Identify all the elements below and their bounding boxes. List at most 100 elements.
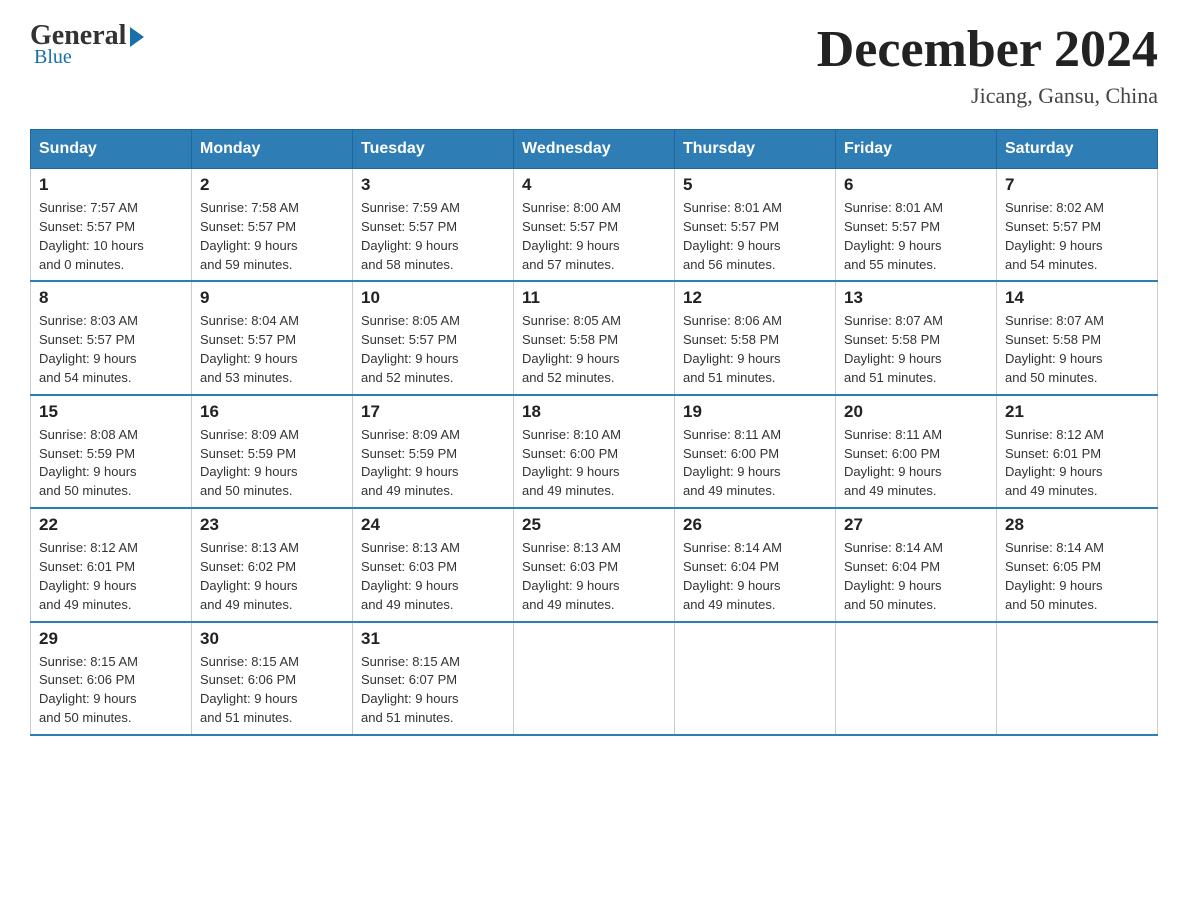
calendar-day-cell: 2Sunrise: 7:58 AMSunset: 5:57 PMDaylight… xyxy=(192,169,353,282)
col-header-wednesday: Wednesday xyxy=(514,130,675,169)
empty-cell xyxy=(836,622,997,735)
location-subtitle: Jicang, Gansu, China xyxy=(817,83,1158,109)
day-number: 5 xyxy=(683,175,827,195)
col-header-friday: Friday xyxy=(836,130,997,169)
calendar-week-row: 29 Sunrise: 8:15 AMSunset: 6:06 PMDayligh… xyxy=(31,622,1158,735)
col-header-monday: Monday xyxy=(192,130,353,169)
calendar-day-cell: 24Sunrise: 8:13 AMSunset: 6:03 PMDayligh… xyxy=(353,508,514,621)
day-info: Sunrise: 8:02 AMSunset: 5:57 PMDaylight:… xyxy=(1005,199,1149,274)
day-number: 25 xyxy=(522,515,666,535)
day-info: Sunrise: 8:15 AMSunset: 6:06 PMDaylight:… xyxy=(39,653,183,728)
calendar-day-cell: 13 Sunrise: 8:07 AMSunset: 5:58 PMDayligh… xyxy=(836,281,997,394)
day-info: Sunrise: 8:06 AMSunset: 5:58 PMDaylight:… xyxy=(683,312,827,387)
day-number: 29 xyxy=(39,629,183,649)
day-info: Sunrise: 8:00 AMSunset: 5:57 PMDaylight:… xyxy=(522,199,666,274)
day-info: Sunrise: 8:11 AMSunset: 6:00 PMDaylight:… xyxy=(844,426,988,501)
day-info: Sunrise: 8:01 AMSunset: 5:57 PMDaylight:… xyxy=(844,199,988,274)
day-number: 13 xyxy=(844,288,988,308)
calendar-day-cell: 28Sunrise: 8:14 AMSunset: 6:05 PMDayligh… xyxy=(997,508,1158,621)
calendar-day-cell: 3 Sunrise: 7:59 AMSunset: 5:57 PMDaylight… xyxy=(353,169,514,282)
day-info: Sunrise: 8:10 AMSunset: 6:00 PMDaylight:… xyxy=(522,426,666,501)
calendar-day-cell: 20 Sunrise: 8:11 AMSunset: 6:00 PMDayligh… xyxy=(836,395,997,508)
day-number: 10 xyxy=(361,288,505,308)
calendar-day-cell: 30Sunrise: 8:15 AMSunset: 6:06 PMDayligh… xyxy=(192,622,353,735)
col-header-saturday: Saturday xyxy=(997,130,1158,169)
day-number: 28 xyxy=(1005,515,1149,535)
day-info: Sunrise: 8:14 AMSunset: 6:04 PMDaylight:… xyxy=(844,539,988,614)
day-info: Sunrise: 8:03 AMSunset: 5:57 PMDaylight:… xyxy=(39,312,183,387)
calendar-day-cell: 18 Sunrise: 8:10 AMSunset: 6:00 PMDayligh… xyxy=(514,395,675,508)
calendar-day-cell: 9 Sunrise: 8:04 AMSunset: 5:57 PMDaylight… xyxy=(192,281,353,394)
day-info: Sunrise: 8:12 AMSunset: 6:01 PMDaylight:… xyxy=(39,539,183,614)
day-number: 18 xyxy=(522,402,666,422)
day-number: 23 xyxy=(200,515,344,535)
day-number: 27 xyxy=(844,515,988,535)
calendar-day-cell: 22 Sunrise: 8:12 AMSunset: 6:01 PMDayligh… xyxy=(31,508,192,621)
day-info: Sunrise: 8:07 AMSunset: 5:58 PMDaylight:… xyxy=(844,312,988,387)
day-number: 9 xyxy=(200,288,344,308)
day-info: Sunrise: 8:13 AMSunset: 6:03 PMDaylight:… xyxy=(522,539,666,614)
calendar-day-cell: 1 Sunrise: 7:57 AMSunset: 5:57 PMDaylight… xyxy=(31,169,192,282)
day-info: Sunrise: 8:05 AMSunset: 5:57 PMDaylight:… xyxy=(361,312,505,387)
day-info: Sunrise: 8:11 AMSunset: 6:00 PMDaylight:… xyxy=(683,426,827,501)
empty-cell xyxy=(997,622,1158,735)
calendar-day-cell: 21 Sunrise: 8:12 AMSunset: 6:01 PMDayligh… xyxy=(997,395,1158,508)
day-info: Sunrise: 8:15 AMSunset: 6:06 PMDaylight:… xyxy=(200,653,344,728)
calendar-table: SundayMondayTuesdayWednesdayThursdayFrid… xyxy=(30,129,1158,736)
day-number: 19 xyxy=(683,402,827,422)
calendar-day-cell: 10 Sunrise: 8:05 AMSunset: 5:57 PMDayligh… xyxy=(353,281,514,394)
col-header-sunday: Sunday xyxy=(31,130,192,169)
day-info: Sunrise: 7:58 AMSunset: 5:57 PMDaylight:… xyxy=(200,199,344,274)
calendar-day-cell: 29 Sunrise: 8:15 AMSunset: 6:06 PMDayligh… xyxy=(31,622,192,735)
month-title: December 2024 xyxy=(817,20,1158,79)
calendar-day-cell: 12 Sunrise: 8:06 AMSunset: 5:58 PMDayligh… xyxy=(675,281,836,394)
calendar-day-cell: 4Sunrise: 8:00 AMSunset: 5:57 PMDaylight… xyxy=(514,169,675,282)
calendar-day-cell: 8 Sunrise: 8:03 AMSunset: 5:57 PMDaylight… xyxy=(31,281,192,394)
calendar-day-cell: 14Sunrise: 8:07 AMSunset: 5:58 PMDayligh… xyxy=(997,281,1158,394)
calendar-day-cell: 6 Sunrise: 8:01 AMSunset: 5:57 PMDaylight… xyxy=(836,169,997,282)
calendar-day-cell: 27 Sunrise: 8:14 AMSunset: 6:04 PMDayligh… xyxy=(836,508,997,621)
calendar-day-cell: 7Sunrise: 8:02 AMSunset: 5:57 PMDaylight… xyxy=(997,169,1158,282)
day-number: 6 xyxy=(844,175,988,195)
calendar-day-cell: 19 Sunrise: 8:11 AMSunset: 6:00 PMDayligh… xyxy=(675,395,836,508)
col-header-thursday: Thursday xyxy=(675,130,836,169)
day-info: Sunrise: 8:07 AMSunset: 5:58 PMDaylight:… xyxy=(1005,312,1149,387)
day-info: Sunrise: 8:15 AMSunset: 6:07 PMDaylight:… xyxy=(361,653,505,728)
day-info: Sunrise: 8:04 AMSunset: 5:57 PMDaylight:… xyxy=(200,312,344,387)
calendar-day-cell: 25 Sunrise: 8:13 AMSunset: 6:03 PMDayligh… xyxy=(514,508,675,621)
day-number: 21 xyxy=(1005,402,1149,422)
calendar-day-cell: 23 Sunrise: 8:13 AMSunset: 6:02 PMDayligh… xyxy=(192,508,353,621)
calendar-day-cell: 31 Sunrise: 8:15 AMSunset: 6:07 PMDayligh… xyxy=(353,622,514,735)
day-number: 12 xyxy=(683,288,827,308)
logo-arrow-icon xyxy=(130,27,144,47)
day-number: 1 xyxy=(39,175,183,195)
day-info: Sunrise: 8:12 AMSunset: 6:01 PMDaylight:… xyxy=(1005,426,1149,501)
day-number: 3 xyxy=(361,175,505,195)
day-info: Sunrise: 8:13 AMSunset: 6:02 PMDaylight:… xyxy=(200,539,344,614)
day-number: 11 xyxy=(522,288,666,308)
day-number: 31 xyxy=(361,629,505,649)
day-number: 22 xyxy=(39,515,183,535)
calendar-day-cell: 16Sunrise: 8:09 AMSunset: 5:59 PMDayligh… xyxy=(192,395,353,508)
empty-cell xyxy=(675,622,836,735)
logo: General Blue xyxy=(30,20,144,69)
day-info: Sunrise: 8:09 AMSunset: 5:59 PMDaylight:… xyxy=(200,426,344,501)
day-info: Sunrise: 8:09 AMSunset: 5:59 PMDaylight:… xyxy=(361,426,505,501)
logo-blue-text: Blue xyxy=(34,46,72,69)
calendar-week-row: 15Sunrise: 8:08 AMSunset: 5:59 PMDayligh… xyxy=(31,395,1158,508)
day-number: 26 xyxy=(683,515,827,535)
day-number: 20 xyxy=(844,402,988,422)
title-block: December 2024 Jicang, Gansu, China xyxy=(817,20,1158,109)
day-info: Sunrise: 7:57 AMSunset: 5:57 PMDaylight:… xyxy=(39,199,183,274)
day-number: 8 xyxy=(39,288,183,308)
day-info: Sunrise: 8:13 AMSunset: 6:03 PMDaylight:… xyxy=(361,539,505,614)
col-header-tuesday: Tuesday xyxy=(353,130,514,169)
day-number: 17 xyxy=(361,402,505,422)
calendar-week-row: 1 Sunrise: 7:57 AMSunset: 5:57 PMDaylight… xyxy=(31,169,1158,282)
calendar-week-row: 22 Sunrise: 8:12 AMSunset: 6:01 PMDayligh… xyxy=(31,508,1158,621)
calendar-day-cell: 17 Sunrise: 8:09 AMSunset: 5:59 PMDayligh… xyxy=(353,395,514,508)
day-info: Sunrise: 7:59 AMSunset: 5:57 PMDaylight:… xyxy=(361,199,505,274)
day-info: Sunrise: 8:05 AMSunset: 5:58 PMDaylight:… xyxy=(522,312,666,387)
calendar-day-cell: 5Sunrise: 8:01 AMSunset: 5:57 PMDaylight… xyxy=(675,169,836,282)
calendar-day-cell: 26Sunrise: 8:14 AMSunset: 6:04 PMDayligh… xyxy=(675,508,836,621)
